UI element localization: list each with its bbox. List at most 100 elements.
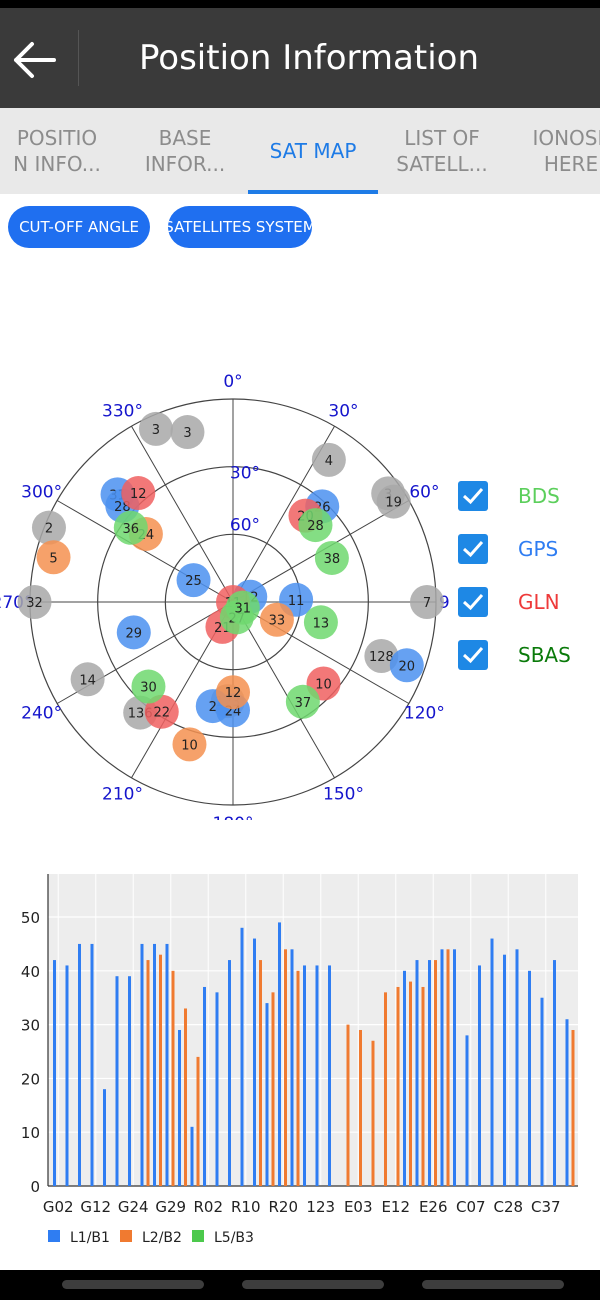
sky-elevation-label-60: 60° — [230, 515, 260, 535]
bar — [515, 949, 519, 1186]
satellite-label: 36 — [123, 522, 140, 537]
bar — [153, 943, 156, 1186]
x-tick-label: G24 — [118, 1198, 149, 1216]
x-tick-label: E03 — [344, 1198, 373, 1216]
sky-plot: 0°30°60°90°120°150°180°210°240°270°300°3… — [0, 372, 450, 820]
bar — [178, 1030, 181, 1186]
legend-item-gps[interactable]: GPS — [458, 533, 598, 565]
bar — [290, 949, 294, 1186]
cutoff-angle-button[interactable]: CUT-OFF ANGLE — [8, 206, 150, 248]
bar — [265, 1003, 269, 1186]
legend-item-sbas[interactable]: SBAS — [458, 639, 598, 671]
x-tick-label: C28 — [493, 1198, 523, 1216]
bar — [415, 960, 419, 1186]
legend-swatch — [48, 1230, 60, 1242]
bar — [171, 970, 175, 1186]
bar — [228, 960, 231, 1186]
bar — [115, 976, 119, 1186]
satellite-label: 31 — [234, 602, 251, 617]
signal-strength-chart: 0 10 20 30 40 50 G02 G12 G24 G29 R02 R10 R20 123 E03 E1… — [21, 874, 578, 1246]
y-tick-label: 10 — [21, 1124, 40, 1142]
legend-label-gln: GLN — [518, 590, 560, 614]
y-tick-label: 20 — [21, 1070, 40, 1088]
tab-sat-map[interactable]: SAT MAP — [248, 108, 378, 194]
sbas-checkbox[interactable] — [458, 640, 488, 670]
satellite-label: 3 — [152, 423, 160, 438]
bar — [203, 986, 206, 1186]
bar — [540, 997, 544, 1186]
bar — [478, 965, 481, 1186]
bar — [453, 949, 456, 1186]
satellite-label: 5 — [49, 551, 57, 566]
sky-azimuth-label: 0° — [223, 372, 242, 392]
nav-home-button[interactable] — [242, 1280, 384, 1289]
legend-label: L2/B2 — [142, 1230, 182, 1246]
bar — [528, 970, 531, 1186]
satellite-label: 13 — [313, 616, 330, 631]
sky-elevation-label-30: 30° — [230, 464, 260, 484]
x-tick-label: C07 — [456, 1198, 486, 1216]
bar — [278, 922, 281, 1186]
y-tick-label: 50 — [21, 909, 40, 927]
bar — [253, 938, 256, 1186]
x-tick-label: 123 — [306, 1198, 335, 1216]
bar — [553, 960, 556, 1186]
tab-list-of-satellites[interactable]: LIST OF SATELL... — [380, 108, 504, 194]
bar — [371, 1040, 375, 1186]
page-title: Position Information — [139, 38, 479, 78]
x-tick-label: R20 — [268, 1198, 298, 1216]
bar — [159, 954, 162, 1186]
check-icon — [462, 647, 484, 664]
active-tab-indicator — [248, 190, 378, 194]
bar — [165, 943, 169, 1186]
bar — [434, 960, 437, 1186]
nav-recent-button[interactable] — [62, 1280, 204, 1289]
x-tick-label: R10 — [231, 1198, 261, 1216]
check-icon — [462, 594, 484, 611]
x-tick-label: G02 — [43, 1198, 74, 1216]
gps-checkbox[interactable] — [458, 534, 488, 564]
gln-checkbox[interactable] — [458, 587, 488, 617]
satellite-label: 33 — [269, 614, 286, 629]
bar — [396, 986, 400, 1186]
bar — [384, 992, 387, 1186]
satellite-label: 2 — [45, 522, 53, 537]
nav-back-button[interactable] — [422, 1280, 564, 1289]
bar — [446, 949, 450, 1186]
bar — [271, 992, 275, 1186]
legend-swatch — [120, 1230, 132, 1242]
bar — [465, 1035, 469, 1186]
tab-position-info[interactable]: POSITIO N INFO... — [0, 108, 114, 194]
satellite-label: 25 — [185, 574, 202, 589]
sky-azimuth-label: 330° — [102, 402, 143, 422]
satellite-label: 32 — [26, 596, 43, 611]
satellite-label: 14 — [79, 673, 96, 688]
x-tick-label: G12 — [80, 1198, 111, 1216]
bar — [103, 1089, 106, 1186]
sky-azimuth-label: 30° — [328, 402, 358, 422]
x-tick-label: R02 — [193, 1198, 223, 1216]
bar — [146, 960, 150, 1186]
app-bar: Position Information — [0, 8, 600, 108]
bar — [240, 927, 244, 1186]
tab-bar: POSITIO N INFO... BASE INFOR... SAT MAP … — [0, 108, 600, 194]
legend-item-gln[interactable]: GLN — [458, 586, 598, 618]
satellite-label: 10 — [315, 678, 332, 693]
bar — [315, 965, 319, 1186]
satellites-system-button[interactable]: SATELLITES SYSTEM — [168, 206, 312, 248]
tab-base-info[interactable]: BASE INFOR... — [124, 108, 246, 194]
bar — [503, 954, 506, 1186]
legend-label: L5/B3 — [214, 1230, 254, 1246]
legend-swatch — [192, 1230, 204, 1242]
legend-label-bds: BDS — [518, 484, 560, 508]
bar — [359, 1030, 362, 1186]
bar — [78, 943, 81, 1186]
bar — [140, 943, 144, 1186]
sky-azimuth-label: 300° — [21, 483, 62, 503]
bds-checkbox[interactable] — [458, 481, 488, 511]
legend-item-bds[interactable]: BDS — [458, 480, 598, 512]
tab-ionosphere[interactable]: IONOSP HERE — [512, 108, 600, 194]
satellite-label: 28 — [307, 519, 324, 534]
bar — [409, 981, 412, 1186]
satellite-label: 12 — [130, 487, 147, 502]
